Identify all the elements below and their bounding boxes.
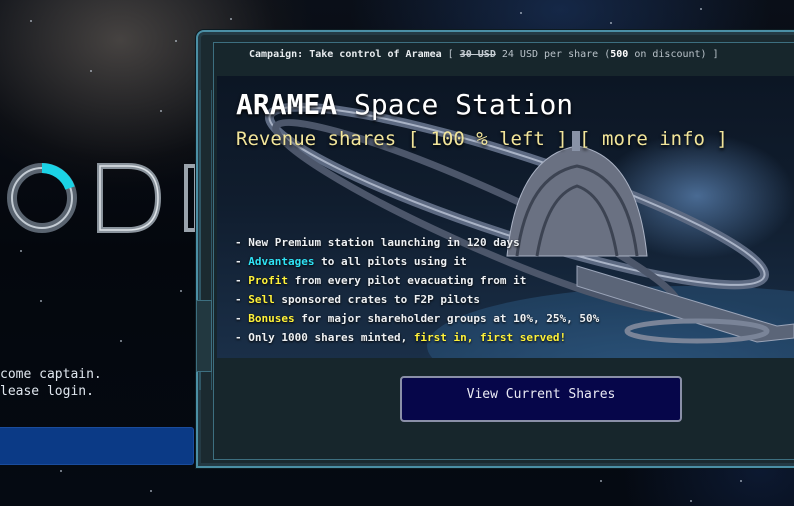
feature-list: - New Premium station launching in 120 d… <box>235 233 599 347</box>
star <box>600 480 602 482</box>
star <box>20 250 22 252</box>
station-title: ARAMEA Space Station <box>236 88 573 121</box>
station-title-bold: ARAMEA <box>236 88 338 121</box>
bullet-highlight: Profit <box>248 274 288 287</box>
list-item: - Sell sponsored crates to F2P pilots <box>235 290 599 309</box>
bullet-text: for major shareholder groups at 10%, 25%… <box>294 312 600 325</box>
star <box>690 500 692 502</box>
campaign-bracket-open: [ <box>441 49 460 60</box>
bullet-prefix: - <box>235 255 249 268</box>
game-logo <box>7 163 198 233</box>
bullet-text: from every pilot evacuating from it <box>288 274 527 287</box>
star <box>30 20 32 22</box>
campaign-header: Campaign: Take control of Aramea [ 30 US… <box>249 49 719 60</box>
bullet-text: to all pilots using it <box>314 255 467 268</box>
frame-notch <box>196 300 212 372</box>
list-item: - New Premium station launching in 120 d… <box>235 233 599 252</box>
campaign-old-price: 30 USD <box>459 49 496 60</box>
campaign-new-price: 24 USD per share ( <box>495 49 611 60</box>
login-button[interactable] <box>0 427 194 465</box>
star <box>230 18 232 20</box>
campaign-label: Campaign: Take control of Aramea <box>249 49 442 60</box>
bullet-prefix: - Only 1000 shares minted, <box>235 331 414 344</box>
bullet-text: - New Premium station launching in 120 d… <box>235 236 520 249</box>
bullet-prefix: - <box>235 293 249 306</box>
star <box>520 12 522 14</box>
star <box>40 300 42 302</box>
bullet-highlight: first in, first served! <box>413 331 567 344</box>
star <box>160 110 162 112</box>
bullet-highlight: Advantages <box>248 255 315 268</box>
star <box>700 8 702 10</box>
revenue-shares-subtitle[interactable]: Revenue shares [ 100 % left ] [ more inf… <box>236 128 728 150</box>
welcome-line-1: come captain. <box>0 367 102 382</box>
star <box>175 40 177 42</box>
welcome-text: come captain. lease login. <box>0 366 102 400</box>
bullet-prefix: - <box>235 312 249 325</box>
view-current-shares-button[interactable]: View Current Shares <box>400 376 682 422</box>
list-item: - Only 1000 shares minted, first in, fir… <box>235 328 599 347</box>
bullet-text: sponsored crates to F2P pilots <box>274 293 481 306</box>
welcome-line-2: lease login. <box>0 384 94 399</box>
campaign-discount-count: 500 <box>610 49 629 60</box>
star <box>90 70 92 72</box>
bullet-highlight: Bonuses <box>248 312 295 325</box>
station-title-rest: Space Station <box>337 88 574 121</box>
star <box>60 470 62 472</box>
star <box>120 340 122 342</box>
star <box>150 490 152 492</box>
star <box>740 480 742 482</box>
campaign-discount-text: on discount) ] <box>628 49 719 60</box>
list-item: - Advantages to all pilots using it <box>235 252 599 271</box>
bullet-prefix: - <box>235 274 249 287</box>
list-item: - Bonuses for major shareholder groups a… <box>235 309 599 328</box>
bullet-highlight: Sell <box>248 293 275 306</box>
list-item: - Profit from every pilot evacuating fro… <box>235 271 599 290</box>
star <box>610 22 612 24</box>
star <box>180 290 182 292</box>
